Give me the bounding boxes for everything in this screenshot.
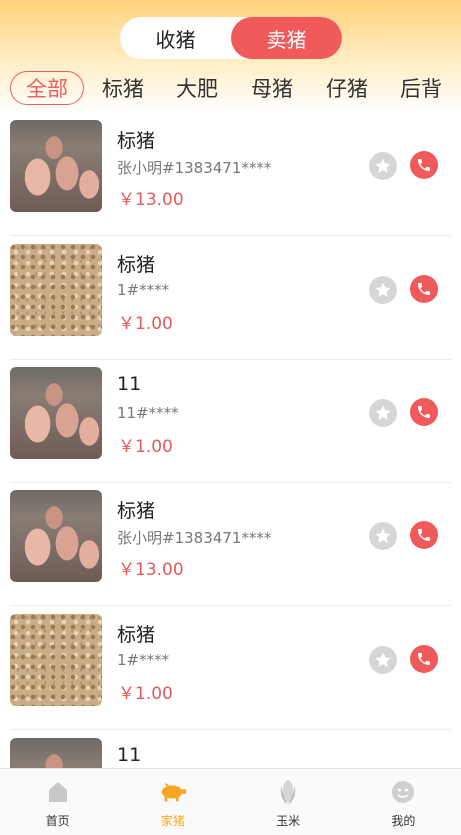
- call-phone-icon[interactable]: [410, 275, 438, 303]
- home-icon: [44, 778, 72, 806]
- listing-price: ￥13.00: [118, 560, 184, 580]
- category-tab-piglet[interactable]: 仔猪: [318, 68, 376, 108]
- listing-seller: 1#****: [117, 651, 170, 669]
- listing-item[interactable]: 11: [0, 730, 461, 768]
- listing-item[interactable]: 标猪 1#**** ￥1.00: [0, 606, 461, 730]
- listing-thumbnail: [10, 738, 102, 768]
- toggle-buy-pigs[interactable]: 收猪: [120, 17, 231, 59]
- listing-thumbnail: [10, 244, 102, 336]
- tab-home[interactable]: 首页: [0, 769, 115, 835]
- listing-seller: 张小明#1383471****: [117, 159, 272, 177]
- call-phone-icon[interactable]: [410, 151, 438, 179]
- tab-label: 玉米: [276, 814, 301, 828]
- listing-thumbnail: [10, 614, 102, 706]
- listing-item[interactable]: 标猪 张小明#1383471**** ￥13.00: [0, 482, 461, 606]
- category-tab-fat[interactable]: 大肥: [168, 68, 226, 108]
- favorite-star-icon[interactable]: [369, 522, 397, 550]
- pig-icon: [159, 778, 187, 806]
- listing-title: 标猪: [117, 130, 156, 152]
- tab-label: 我的: [391, 814, 416, 828]
- listing-seller: 1#****: [117, 281, 170, 299]
- listing-title: 标猪: [117, 254, 156, 276]
- listing-seller: 11#****: [117, 404, 179, 422]
- favorite-star-icon[interactable]: [369, 646, 397, 674]
- listing-seller: 张小明#1383471****: [117, 529, 272, 547]
- favorite-star-icon[interactable]: [369, 276, 397, 304]
- category-tab-standard[interactable]: 标猪: [94, 68, 152, 108]
- listing-thumbnail: [10, 490, 102, 582]
- listing-item[interactable]: 标猪 张小明#1383471**** ￥13.00: [0, 112, 461, 236]
- listing-title: 11: [117, 744, 142, 766]
- corn-icon: [274, 778, 302, 806]
- listing-title: 标猪: [117, 624, 156, 646]
- trade-type-toggle: 收猪 卖猪: [120, 17, 342, 59]
- tab-profile[interactable]: 我的: [346, 769, 461, 835]
- listing-thumbnail: [10, 120, 102, 212]
- listing-price: ￥1.00: [118, 437, 173, 457]
- favorite-star-icon[interactable]: [369, 399, 397, 427]
- category-tab-all[interactable]: 全部: [10, 71, 84, 105]
- favorite-star-icon[interactable]: [369, 152, 397, 180]
- tab-corn[interactable]: 玉米: [231, 769, 346, 835]
- listing-thumbnail: [10, 367, 102, 459]
- listing-title: 标猪: [117, 500, 156, 522]
- listing-price: ￥13.00: [118, 190, 184, 210]
- listing-list: 标猪 张小明#1383471**** ￥13.00 标猪 1#**** ￥1.0…: [0, 112, 461, 768]
- category-tab-sow[interactable]: 母猪: [243, 68, 301, 108]
- profile-icon: [389, 778, 417, 806]
- tab-label: 首页: [45, 814, 70, 828]
- header: 收猪 卖猪 全部 标猪 大肥 母猪 仔猪 后背: [0, 0, 461, 112]
- category-tabs: 全部 标猪 大肥 母猪 仔猪 后背: [0, 68, 461, 108]
- listing-price: ￥1.00: [118, 314, 173, 334]
- call-phone-icon[interactable]: [410, 398, 438, 426]
- toggle-sell-pigs[interactable]: 卖猪: [231, 17, 342, 59]
- bottom-tab-bar: 首页 家猪 玉米 我的: [0, 768, 461, 835]
- call-phone-icon[interactable]: [410, 521, 438, 549]
- listing-item[interactable]: 11 11#**** ￥1.00: [0, 359, 461, 483]
- listing-price: ￥1.00: [118, 684, 173, 704]
- listing-item[interactable]: 标猪 1#**** ￥1.00: [0, 236, 461, 360]
- listing-title: 11: [117, 373, 142, 395]
- category-tab-gilt[interactable]: 后背: [392, 68, 450, 108]
- call-phone-icon[interactable]: [410, 645, 438, 673]
- tab-pigs[interactable]: 家猪: [115, 769, 230, 835]
- tab-label: 家猪: [160, 814, 185, 828]
